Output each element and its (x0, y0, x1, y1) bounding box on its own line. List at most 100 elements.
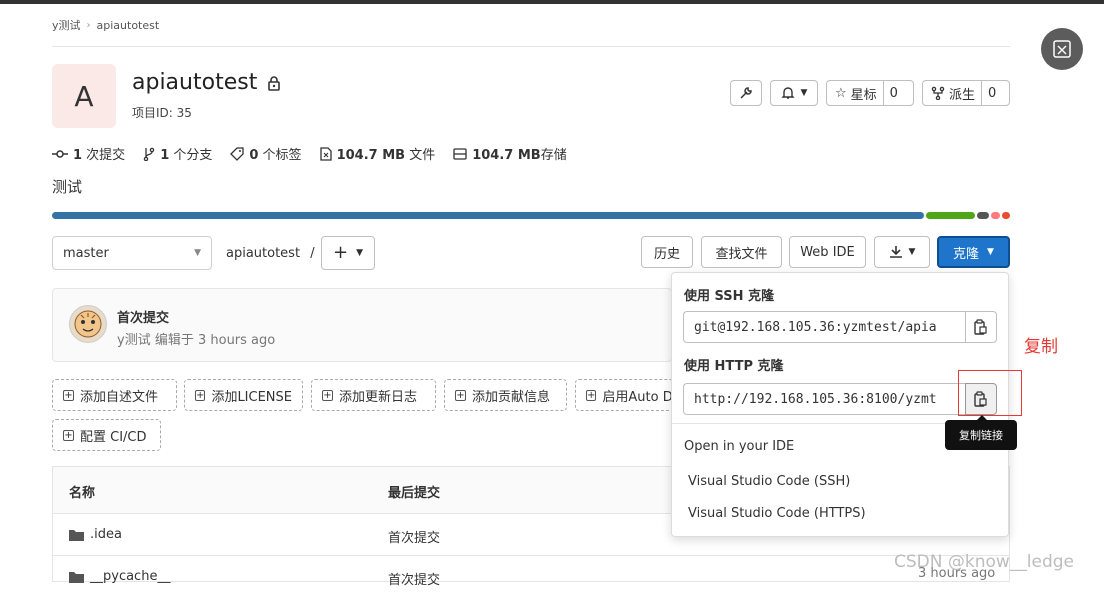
ssh-clone-label: 使用 SSH 克隆 (684, 289, 775, 304)
chevron-down-icon: ▼ (987, 247, 994, 257)
lock-icon (268, 75, 281, 91)
window-top-border (0, 0, 1104, 4)
project-avatar: A (52, 64, 116, 128)
commit-meta: y测试 编辑于 3 hours ago (117, 329, 275, 348)
branch-name: master (63, 245, 109, 261)
web-ide-button[interactable]: Web IDE (789, 236, 866, 268)
repo-path-root[interactable]: apiautotest (226, 246, 300, 261)
breadcrumb: y测试 › apiautotest (52, 17, 159, 33)
commit-icon (52, 149, 68, 158)
project-id: 项目ID: 35 (132, 106, 192, 120)
language-segment-2[interactable] (977, 212, 989, 219)
commit-author[interactable]: y测试 (117, 333, 151, 348)
enable-auto-devops-button[interactable]: + 启用Auto D (575, 379, 675, 411)
add-readme-button[interactable]: + 添加自述文件 (52, 379, 177, 411)
ide-heading: Open in your IDE (684, 439, 795, 454)
clone-label: 克隆 (953, 246, 980, 262)
stat-branches[interactable]: 1 个分支 (143, 144, 212, 163)
download-icon (889, 246, 902, 258)
open-vscode-https-item[interactable]: Visual Studio Code (HTTPS) (688, 506, 866, 521)
folder-icon (69, 529, 84, 541)
file-last-commit[interactable]: 首次提交 (388, 569, 440, 588)
plus-square-icon: + (322, 389, 333, 401)
repository-language-bar[interactable] (52, 212, 1010, 219)
breadcrumb-group[interactable]: y测试 (52, 17, 81, 33)
translate-fab-button[interactable] (1041, 28, 1083, 70)
commit-title[interactable]: 首次提交 (117, 307, 169, 326)
commit-time: 编辑于 3 hours ago (150, 333, 276, 348)
annotation-highlight-box (958, 370, 1022, 416)
find-file-button[interactable]: 查找文件 (701, 236, 782, 268)
language-segment-0[interactable] (52, 212, 924, 219)
author-avatar[interactable] (69, 305, 107, 343)
http-clone-label: 使用 HTTP 克隆 (684, 359, 784, 374)
branch-icon (143, 147, 155, 161)
chevron-down-icon: ▼ (194, 248, 201, 258)
file-name[interactable]: .idea (90, 527, 122, 542)
clone-button[interactable]: 克隆 ▼ (937, 236, 1010, 268)
header-divider (52, 46, 1010, 47)
breadcrumb-project[interactable]: apiautotest (97, 19, 160, 32)
download-dropdown-button[interactable]: ▼ (874, 236, 930, 268)
language-segment-3[interactable] (990, 212, 1001, 219)
chevron-down-icon: ▼ (800, 88, 808, 98)
star-button[interactable]: ☆ 星标 0 (826, 80, 914, 106)
configure-cicd-button[interactable]: + 配置 CI/CD (52, 419, 161, 451)
breadcrumb-chevron-icon: › (86, 19, 91, 31)
plus-icon: + (332, 242, 349, 263)
file-last-commit[interactable]: 首次提交 (388, 527, 440, 546)
history-button[interactable]: 历史 (641, 236, 693, 268)
notification-button[interactable]: ▼ (770, 80, 818, 106)
star-icon: ☆ (835, 85, 847, 101)
plus-square-icon: + (63, 389, 74, 401)
file-icon (319, 146, 332, 161)
add-changelog-button[interactable]: + 添加更新日志 (311, 379, 436, 411)
column-name-header: 名称 (69, 486, 96, 501)
tiger-avatar-icon (74, 310, 102, 338)
repo-path: apiautotest / (226, 246, 315, 261)
plus-square-icon: + (195, 389, 206, 401)
plus-square-icon: + (63, 429, 74, 441)
annotation-label: 复制 (1024, 337, 1058, 357)
storage-icon (453, 147, 467, 160)
table-row[interactable]: __pycache__ 首次提交 (53, 555, 1009, 597)
watermark: CSDN @know__ledge (894, 552, 1075, 572)
chevron-down-icon: ▼ (356, 248, 363, 258)
fork-count: 0 (981, 81, 1002, 105)
http-url-input[interactable]: http://192.168.105.36:8100/yzmt (683, 383, 965, 415)
wrench-icon (740, 87, 752, 99)
ssh-url-input[interactable]: git@192.168.105.36:yzmtest/apia (683, 311, 965, 343)
copy-ssh-url-button[interactable] (965, 311, 997, 343)
clipboard-icon (974, 319, 987, 335)
column-last-commit-header: 最后提交 (388, 486, 441, 501)
tag-icon (230, 146, 245, 161)
open-vscode-ssh-item[interactable]: Visual Studio Code (SSH) (688, 474, 850, 489)
project-stats: 1 次提交 1 个分支 0 个标签 104.7 MB 文件 104.7 MB存储 (52, 144, 567, 163)
language-segment-1[interactable] (925, 212, 976, 219)
plus-square-icon: + (455, 389, 466, 401)
add-license-button[interactable]: + 添加LICENSE (184, 379, 303, 411)
language-segment-4[interactable] (1002, 212, 1010, 219)
fork-label: 派生 (949, 87, 976, 103)
add-file-dropdown-button[interactable]: + ▼ (321, 236, 375, 270)
fork-button[interactable]: 派生 0 (922, 80, 1010, 106)
stat-tags[interactable]: 0 个标签 (230, 144, 302, 163)
star-label: 星标 (850, 87, 877, 103)
plus-square-icon: + (586, 389, 597, 401)
project-title: apiautotest (132, 70, 281, 95)
settings-button[interactable] (730, 80, 762, 106)
branch-selector[interactable]: master ▼ (52, 236, 212, 270)
project-description: 测试 (52, 178, 83, 196)
add-contributing-button[interactable]: + 添加贡献信息 (444, 379, 567, 411)
last-commit-panel: 首次提交 y测试 编辑于 3 hours ago (52, 288, 672, 362)
copy-link-tooltip: 复制链接 (945, 415, 1017, 450)
project-name: apiautotest (132, 70, 258, 95)
star-count: 0 (882, 81, 904, 105)
fork-icon (931, 86, 945, 100)
bell-icon (780, 87, 795, 99)
stat-commits[interactable]: 1 次提交 (52, 144, 125, 163)
chevron-down-icon: ▼ (908, 247, 916, 257)
stat-storage: 104.7 MB存储 (453, 144, 567, 163)
translate-icon (1053, 40, 1071, 58)
stat-files: 104.7 MB 文件 (319, 144, 435, 163)
